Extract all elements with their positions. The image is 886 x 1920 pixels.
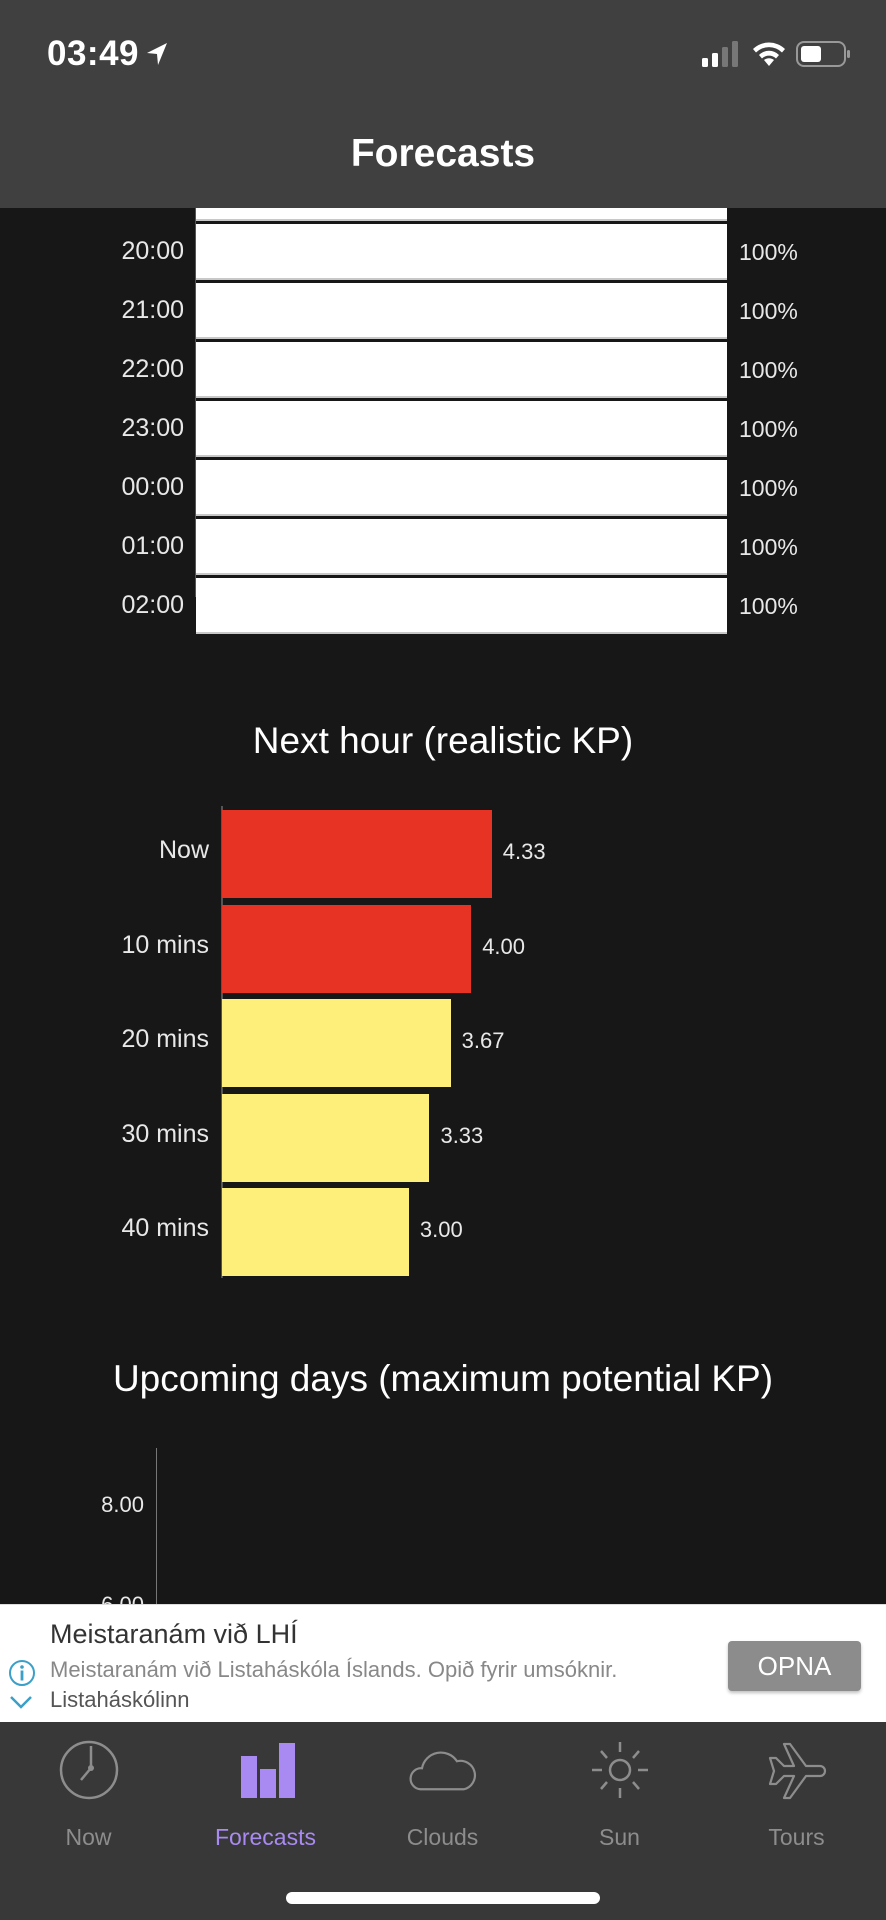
upcoming-days-axis	[156, 1448, 157, 1604]
kp-bar-row: 20 mins 3.67	[0, 995, 886, 1089]
cloud-cover-bar	[196, 460, 727, 516]
kp-category-label: 20 mins	[121, 1025, 209, 1053]
cloud-value-label: 100%	[739, 593, 798, 619]
tab-bar: Now Forecasts Clouds Sun Tours	[0, 1722, 886, 1920]
cloud-cover-row: 19:00100%	[0, 208, 886, 223]
wifi-icon	[753, 42, 785, 66]
cloud-cover-bar	[196, 519, 727, 575]
clock-time: 03:49	[47, 34, 140, 73]
kp-bar-row: 40 mins 3.00	[0, 1184, 886, 1278]
cloud-cover-bar	[196, 342, 727, 398]
tab-clouds[interactable]: Clouds	[354, 1722, 531, 1850]
kp-bar	[222, 1093, 430, 1182]
cloud-cover-bar	[196, 283, 727, 339]
page-title: Forecasts	[350, 132, 536, 175]
cloud-cover-row: 21:00 100%	[0, 282, 886, 341]
kp-value-label: 3.33	[440, 1122, 484, 1148]
cloud-value-label: 100%	[739, 475, 798, 501]
cloud-time-label: 21:00	[121, 296, 184, 324]
ad-banner[interactable]: Meistaranám við LHÍ Meistaranám við List…	[0, 1604, 886, 1722]
kp-bar-row: Now 4.33	[0, 806, 886, 900]
battery-icon	[796, 41, 850, 67]
status-indicators	[702, 40, 852, 68]
tab-now[interactable]: Now	[0, 1722, 177, 1850]
kp-bar	[222, 904, 472, 993]
cloud-cover-row: 20:00 100%	[0, 223, 886, 282]
kp-category-label: Now	[158, 836, 209, 864]
cloud-value-label: 100%	[739, 534, 798, 560]
tab-label: Sun	[599, 1824, 640, 1850]
cloud-cover-row: 22:00 100%	[0, 341, 886, 400]
cloud-time-label: 20:00	[121, 237, 184, 265]
next-hour-chart: Now 4.33 10 mins 4.00 20 mins 3.67 30 mins 3.33…	[0, 806, 886, 1278]
upcoming-days-title: Upcoming days (maximum potential KP)	[112, 1358, 774, 1399]
tab-label: Clouds	[406, 1824, 479, 1850]
cellular-signal-icon	[702, 41, 738, 67]
kp-category-label: 10 mins	[121, 930, 209, 959]
kp-value-label: 3.67	[461, 1028, 505, 1053]
upcoming-days-chart: 8.00 6.00	[0, 1448, 886, 1604]
tab-forecasts[interactable]: Forecasts	[177, 1722, 354, 1850]
location-arrow-icon	[147, 43, 168, 65]
ad-description: Meistaranám við Listaháskóla Íslands. Op…	[50, 1657, 618, 1682]
ad-advertiser: Listaháskólinn	[50, 1687, 190, 1712]
tab-sun[interactable]: Sun	[531, 1722, 708, 1850]
ad-title[interactable]: Meistaranám við LHÍ	[50, 1619, 298, 1650]
info-icon[interactable]	[8, 1659, 36, 1687]
cloud-time-label: 00:00	[121, 473, 184, 501]
cloud-value-label: 100%	[739, 239, 798, 265]
y-tick-label: 6.00	[101, 1592, 144, 1604]
airplane-icon	[768, 1742, 826, 1800]
tab-tours[interactable]: Tours	[708, 1722, 885, 1850]
cloud-cover-bar	[196, 401, 727, 457]
cloud-time-label: 23:00	[121, 414, 184, 442]
kp-bar	[222, 999, 451, 1087]
cloud-cover-row: 02:00 100%	[0, 577, 886, 636]
cloud-value-label: 100%	[739, 416, 798, 442]
ad-open-button[interactable]: OPNA	[728, 1641, 861, 1691]
bar-chart-icon	[240, 1743, 295, 1798]
cloud-cover-row: 01:00 100%	[0, 518, 886, 577]
kp-value-label: 4.33	[502, 839, 546, 864]
cloud-cover-bar	[196, 578, 727, 634]
cloud-time-label: 02:00	[121, 591, 184, 619]
kp-bar-row: 10 mins 4.00	[0, 901, 886, 995]
tab-label: Forecasts	[215, 1824, 316, 1850]
kp-bar	[222, 810, 492, 898]
cloud-cover-bar	[196, 224, 727, 280]
status-bar-time: 03:49	[47, 34, 169, 74]
cloud-icon	[409, 1751, 476, 1791]
forecast-scroll-view[interactable]: 19:00100%20:00100%21:00100%22:00100%23:0…	[0, 208, 886, 1604]
home-indicator[interactable]	[286, 1892, 600, 1904]
next-hour-title: Next hour (realistic KP)	[252, 720, 634, 761]
sun-icon	[591, 1742, 648, 1798]
tab-label: Now	[65, 1824, 112, 1850]
kp-value-label: 3.00	[419, 1217, 463, 1242]
cloud-time-label: 22:00	[121, 355, 184, 383]
kp-value-label: 4.00	[482, 933, 526, 959]
cloud-value-label: 100%	[739, 298, 798, 324]
kp-category-label: 30 mins	[121, 1119, 209, 1148]
cloud-cover-row: 23:00 100%	[0, 400, 886, 459]
clock-icon	[59, 1740, 118, 1800]
navigation-header: 03:49 Forecasts	[0, 0, 886, 208]
chevron-down-icon[interactable]	[8, 1693, 34, 1711]
cloud-cover-row: 00:00 100%	[0, 459, 886, 518]
cloud-cover-bar	[196, 208, 727, 221]
cloud-time-label: 01:00	[121, 532, 184, 560]
kp-category-label: 40 mins	[121, 1214, 209, 1242]
kp-bar	[222, 1188, 409, 1276]
tab-label: Tours	[768, 1824, 825, 1850]
y-tick-label: 8.00	[101, 1492, 144, 1517]
cloud-value-label: 100%	[739, 357, 798, 383]
kp-bar-row: 30 mins 3.33	[0, 1090, 886, 1184]
